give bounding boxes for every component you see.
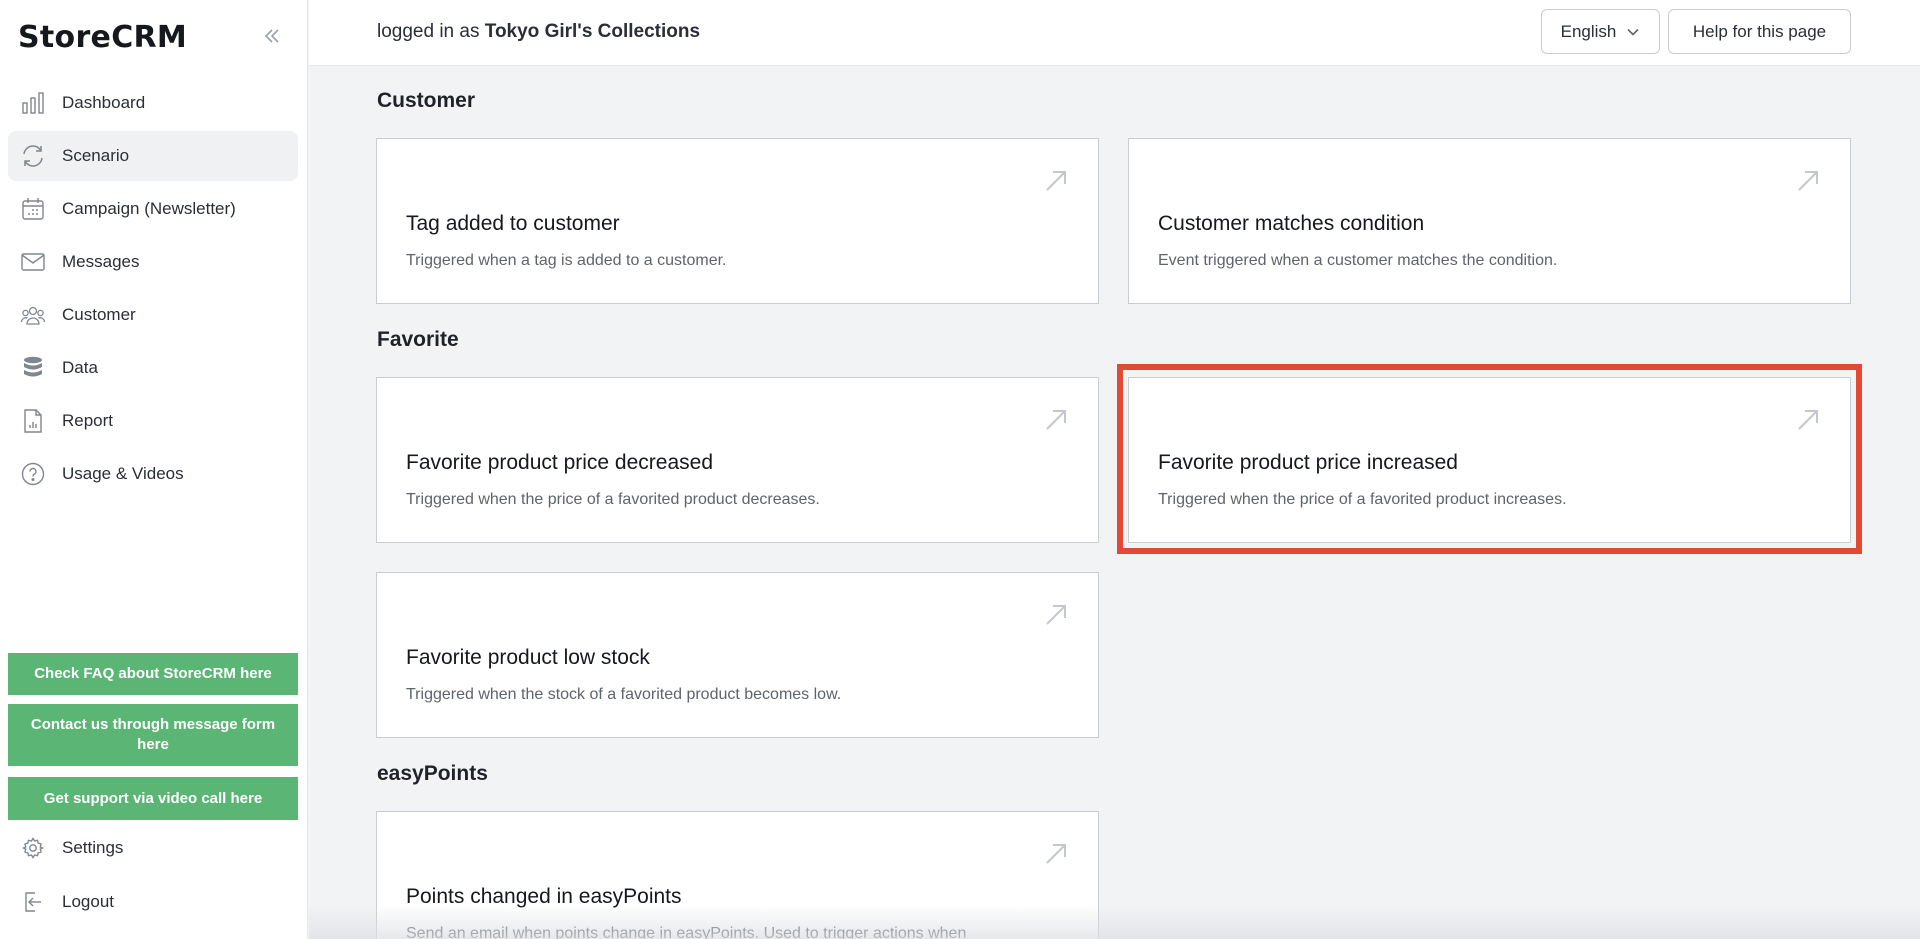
trigger-card-price-decreased[interactable]: Favorite product price decreased Trigger… [376, 377, 1099, 543]
sidebar: StoreCRM Dashboard Scenario Campaign (Ne… [0, 0, 308, 939]
card-title: Customer matches condition [1158, 212, 1425, 235]
store-name: Tokyo Girl's Collections [484, 21, 701, 42]
help-page-button[interactable]: Help for this page [1668, 9, 1851, 54]
gear-icon [20, 835, 46, 861]
trigger-card-low-stock[interactable]: Favorite product low stock Triggered whe… [376, 572, 1099, 738]
top-bar: logged in as Tokyo Girl's Collections En… [309, 0, 1920, 66]
trigger-card-tag-added[interactable]: Tag added to customer Triggered when a t… [376, 138, 1099, 304]
settings-label: Settings [62, 838, 124, 857]
report-icon [20, 408, 46, 434]
login-status: logged in as Tokyo Girl's Collections [377, 21, 700, 43]
section-title-customer: Customer [377, 89, 476, 112]
trigger-card-price-increased[interactable]: Favorite product price increased Trigger… [1128, 377, 1851, 543]
sidebar-item-customer[interactable]: Customer [8, 290, 298, 340]
card-title: Favorite product price increased [1158, 451, 1458, 474]
chevron-down-icon [1627, 28, 1639, 36]
sidebar-item-dashboard[interactable]: Dashboard [8, 78, 298, 128]
sidebar-item-scenario[interactable]: Scenario [8, 131, 298, 181]
sidebar-item-label: Scenario [62, 146, 130, 165]
bar-chart-icon [20, 90, 46, 116]
calendar-icon [20, 196, 46, 222]
card-title: Favorite product low stock [406, 646, 650, 669]
sidebar-item-label: Report [62, 411, 114, 430]
login-prefix: logged in as [377, 21, 480, 42]
trigger-card-points-changed[interactable]: Points changed in easyPoints Send an ema… [376, 811, 1099, 939]
card-description: Triggered when the price of a favorited … [406, 491, 820, 508]
logout-icon [20, 889, 46, 915]
video-call-support-button[interactable]: Get support via video call here [8, 777, 298, 820]
sidebar-nav: Dashboard Scenario Campaign (Newsletter)… [8, 78, 298, 502]
help-circle-icon [20, 461, 46, 487]
sidebar-item-label: Data [62, 358, 98, 377]
arrow-up-right-icon [1798, 410, 1818, 430]
arrow-up-right-icon [1046, 171, 1066, 191]
section-title-favorite: Favorite [377, 328, 459, 351]
sidebar-item-report[interactable]: Report [8, 396, 298, 446]
card-description: Triggered when a tag is added to a custo… [406, 252, 727, 269]
section-title-easypoints: easyPoints [377, 762, 488, 785]
card-title: Favorite product price decreased [406, 451, 713, 474]
language-select[interactable]: English [1541, 9, 1660, 54]
users-icon [20, 302, 46, 328]
sidebar-item-settings[interactable]: Settings [8, 826, 298, 870]
refresh-icon [20, 143, 46, 169]
sidebar-item-label: Campaign (Newsletter) [62, 199, 236, 218]
sidebar-item-label: Dashboard [62, 93, 146, 112]
language-label: English [1560, 21, 1617, 41]
card-description: Event triggered when a customer matches … [1158, 252, 1558, 269]
sidebar-item-logout[interactable]: Logout [8, 880, 298, 924]
trigger-card-customer-matches[interactable]: Customer matches condition Event trigger… [1128, 138, 1851, 304]
arrow-up-right-icon [1046, 605, 1066, 625]
collapse-sidebar-icon[interactable] [262, 26, 282, 46]
card-title: Points changed in easyPoints [406, 885, 682, 908]
sidebar-item-label: Customer [62, 305, 136, 324]
database-icon [20, 355, 46, 381]
card-title: Tag added to customer [406, 212, 620, 235]
arrow-up-right-icon [1046, 410, 1066, 430]
sidebar-item-label: Messages [62, 252, 140, 271]
brand-logo[interactable]: StoreCRM [18, 20, 187, 55]
card-description: Triggered when the stock of a favorited … [406, 686, 842, 703]
envelope-icon [20, 249, 46, 275]
card-description: Send an email when points change in easy… [406, 925, 967, 939]
arrow-up-right-icon [1046, 844, 1066, 864]
contact-form-button[interactable]: Contact us through message form here [8, 704, 298, 766]
sidebar-item-data[interactable]: Data [8, 343, 298, 393]
sidebar-item-usage-videos[interactable]: Usage & Videos [8, 449, 298, 499]
arrow-up-right-icon [1798, 171, 1818, 191]
logout-label: Logout [62, 892, 114, 911]
faq-button[interactable]: Check FAQ about StoreCRM here [8, 653, 298, 695]
sidebar-item-label: Usage & Videos [62, 464, 184, 483]
card-description: Triggered when the price of a favorited … [1158, 491, 1567, 508]
sidebar-item-messages[interactable]: Messages [8, 237, 298, 287]
sidebar-item-campaign[interactable]: Campaign (Newsletter) [8, 184, 298, 234]
